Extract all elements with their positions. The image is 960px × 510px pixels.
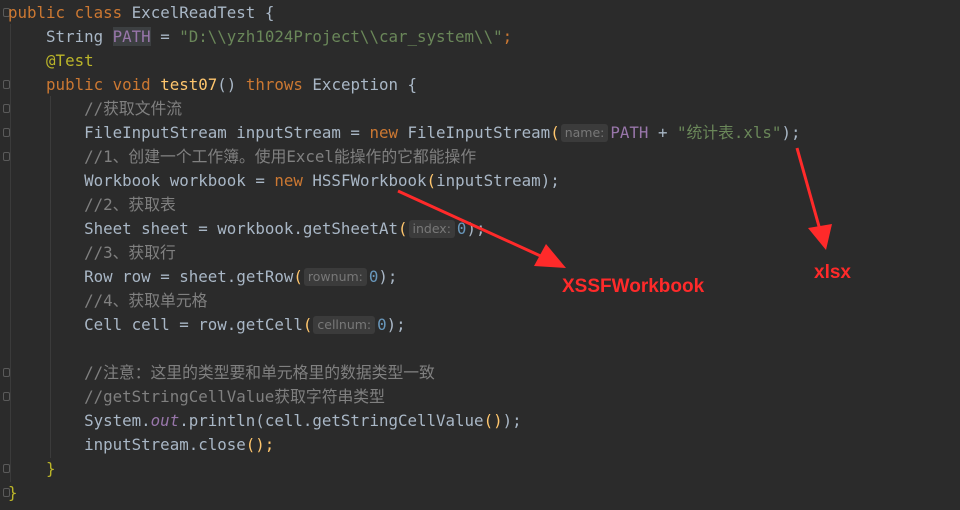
xlsx-label: xlsx	[814, 262, 851, 283]
xssf-workbook-label: XSSFWorkbook	[562, 276, 705, 297]
code-editor[interactable]: public class ExcelReadTest { String PATH…	[0, 0, 960, 510]
arrow-to-xlsx	[795, 147, 822, 231]
annotation-arrows	[397, 147, 832, 268]
arrow-to-xssf	[397, 189, 546, 260]
arrowhead-xlsx	[808, 224, 832, 250]
